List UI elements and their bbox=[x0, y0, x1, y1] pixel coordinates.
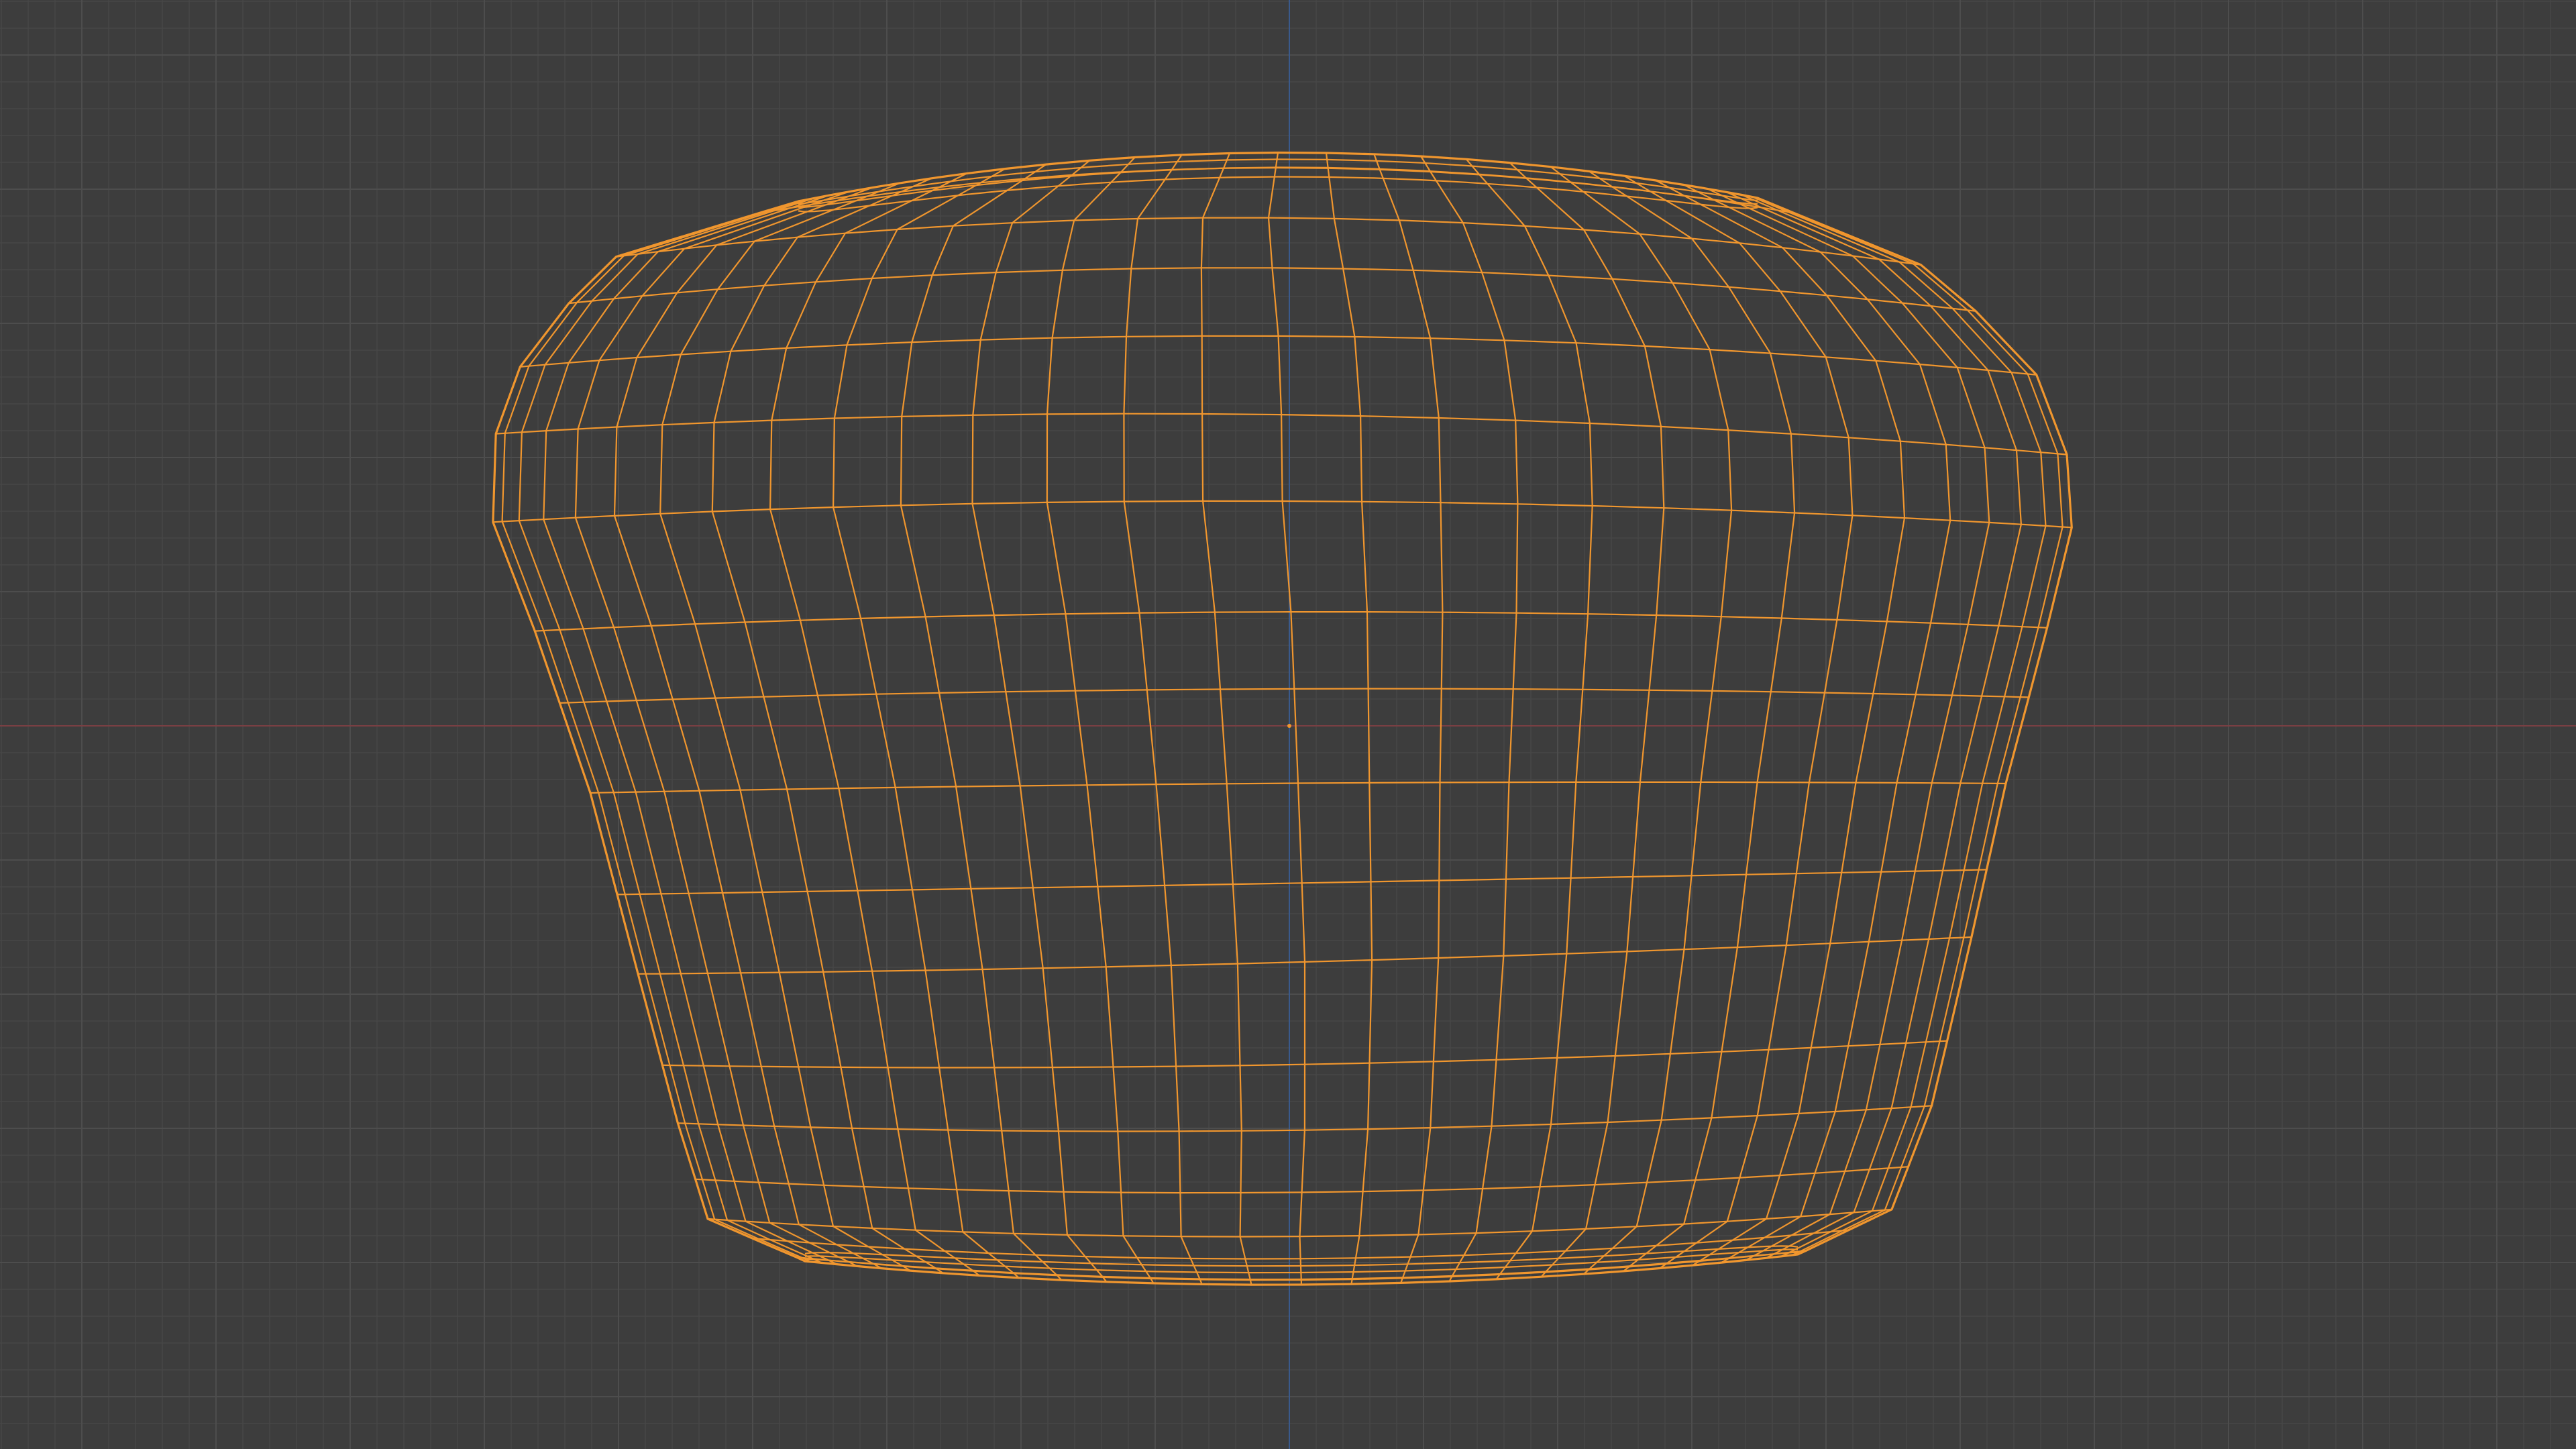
mesh-edge-loop-column bbox=[1420, 156, 1519, 1282]
3d-viewport[interactable] bbox=[0, 0, 2576, 1449]
mesh-edge-loop-column bbox=[769, 172, 980, 1277]
mesh-edge-loop-row bbox=[757, 167, 1794, 215]
mesh-edge-loop-column bbox=[900, 164, 1063, 1281]
mesh-edge-loop-column bbox=[492, 200, 806, 1263]
mesh-edge-loop-column bbox=[1325, 152, 1373, 1285]
mesh-edge-loop-column bbox=[1623, 175, 1854, 1269]
mesh-edge-loop-column bbox=[1465, 158, 1593, 1280]
mesh-silhouette bbox=[492, 151, 2073, 1286]
mesh-edge-loop-column bbox=[1509, 162, 1665, 1277]
mesh-edge-loop-column bbox=[1550, 166, 1733, 1275]
mesh-edge-loop-column bbox=[1267, 152, 1306, 1285]
viewport-canvas[interactable] bbox=[0, 0, 2576, 1449]
object-origin-dot[interactable] bbox=[1287, 724, 1291, 728]
mesh-edge-loop-column bbox=[659, 182, 911, 1272]
mesh-edge-loop-column bbox=[543, 195, 837, 1265]
mesh-edge-loop-column bbox=[1726, 191, 2022, 1259]
mesh-edge-loop-column bbox=[971, 160, 1108, 1283]
mesh-edge-loop-column bbox=[1123, 154, 1203, 1285]
mesh-edge-loop-column bbox=[832, 168, 1020, 1279]
mesh-edge-loop-column bbox=[1046, 156, 1155, 1284]
mesh-edge-loop-column bbox=[1707, 188, 1990, 1261]
mesh-edge-loop-column bbox=[1683, 184, 1951, 1264]
mesh-wireframe[interactable] bbox=[492, 151, 2073, 1286]
